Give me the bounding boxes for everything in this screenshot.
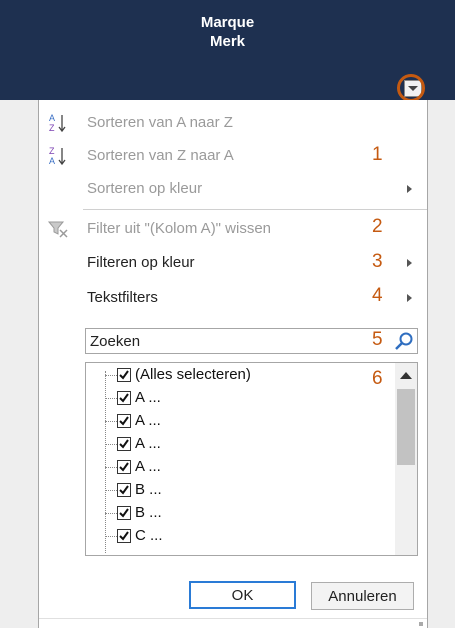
scrollbar-thumb[interactable] bbox=[397, 389, 415, 465]
dropdown-arrow-icon bbox=[408, 86, 418, 91]
list-item-label: C ... bbox=[135, 527, 163, 544]
menu-item-sort-za[interactable]: Z A Sorteren van Z naar A bbox=[39, 139, 427, 173]
submenu-arrow-icon bbox=[407, 294, 412, 302]
list-item-label: A ... bbox=[135, 435, 161, 452]
tree-branch bbox=[105, 536, 117, 537]
header-title-line1: Marque bbox=[200, 14, 255, 31]
callout-number: 2 bbox=[372, 216, 383, 237]
tree-branch bbox=[105, 375, 117, 376]
search-input[interactable]: Zoeken bbox=[85, 328, 418, 354]
autofilter-menu: A Z Sorteren van A naar Z Z A Sorteren v… bbox=[38, 100, 428, 628]
checkbox-checked-icon[interactable] bbox=[117, 391, 131, 405]
tree-branch bbox=[105, 444, 117, 445]
menu-item-clear-filter[interactable]: Filter uit "(Kolom A)" wissen bbox=[39, 212, 427, 246]
menu-item-text-filters[interactable]: Tekstfilters bbox=[39, 281, 427, 315]
menu-separator bbox=[39, 618, 427, 619]
tree-branch bbox=[105, 490, 117, 491]
vertical-scrollbar[interactable] bbox=[395, 363, 417, 555]
list-item-label: (Alles selecteren) bbox=[135, 366, 251, 383]
search-placeholder: Zoeken bbox=[90, 333, 141, 350]
checkbox-checked-icon[interactable] bbox=[117, 414, 131, 428]
checkbox-checked-icon[interactable] bbox=[117, 460, 131, 474]
list-item-label: A ... bbox=[135, 389, 161, 406]
menu-item-sort-color[interactable]: Sorteren op kleur bbox=[39, 172, 427, 206]
tree-branch bbox=[105, 513, 117, 514]
list-item-label: A ... bbox=[135, 458, 161, 475]
sort-za-icon: Z A bbox=[47, 145, 69, 167]
menu-item-sort-az[interactable]: A Z Sorteren van A naar Z bbox=[39, 106, 427, 140]
list-item-label: B ... bbox=[135, 504, 162, 521]
list-item-label: A ... bbox=[135, 412, 161, 429]
search-icon[interactable] bbox=[393, 331, 415, 353]
callout-number: 5 bbox=[372, 329, 383, 350]
svg-text:Z: Z bbox=[49, 123, 55, 133]
checkbox-checked-icon[interactable] bbox=[117, 483, 131, 497]
callout-number: 4 bbox=[372, 285, 383, 306]
tree-branch bbox=[105, 421, 117, 422]
checkbox-checked-icon[interactable] bbox=[117, 506, 131, 520]
menu-item-label: Tekstfilters bbox=[87, 289, 158, 306]
filter-dropdown-button[interactable] bbox=[404, 80, 422, 97]
menu-item-label: Sorteren van Z naar A bbox=[87, 147, 234, 164]
value-list: (Alles selecteren) A ... A ... A ... A ... B … bbox=[85, 362, 418, 556]
tree-branch bbox=[105, 467, 117, 468]
callout-number: 1 bbox=[372, 144, 383, 165]
tree-branch bbox=[105, 398, 117, 399]
callout-number: 3 bbox=[372, 251, 383, 272]
callout-number: 6 bbox=[372, 368, 383, 389]
ok-button[interactable]: OK bbox=[189, 581, 296, 609]
sort-az-icon: A Z bbox=[47, 112, 69, 134]
menu-item-label: Sorteren op kleur bbox=[87, 180, 203, 197]
checkbox-checked-icon[interactable] bbox=[117, 529, 131, 543]
header-title-line2: Merk bbox=[209, 33, 246, 50]
menu-item-label: Sorteren van A naar Z bbox=[87, 114, 233, 131]
menu-item-filter-color[interactable]: Filteren op kleur bbox=[39, 246, 427, 280]
submenu-arrow-icon bbox=[407, 185, 412, 193]
clear-filter-icon bbox=[47, 218, 69, 240]
svg-text:A: A bbox=[49, 156, 55, 166]
checkbox-checked-icon[interactable] bbox=[117, 437, 131, 451]
column-header: Marque Merk bbox=[0, 0, 455, 100]
submenu-arrow-icon bbox=[407, 259, 412, 267]
checkbox-checked-icon[interactable] bbox=[117, 368, 131, 382]
svg-text:Z: Z bbox=[49, 146, 55, 156]
list-item-label: B ... bbox=[135, 481, 162, 498]
svg-text:A: A bbox=[49, 113, 55, 123]
menu-item-label: Filter uit "(Kolom A)" wissen bbox=[87, 220, 272, 237]
menu-separator bbox=[83, 209, 427, 210]
cancel-button[interactable]: Annuleren bbox=[311, 582, 414, 610]
scroll-up-icon[interactable] bbox=[400, 372, 412, 379]
resize-grip-icon[interactable] bbox=[419, 622, 423, 626]
menu-item-label: Filteren op kleur bbox=[87, 254, 195, 271]
